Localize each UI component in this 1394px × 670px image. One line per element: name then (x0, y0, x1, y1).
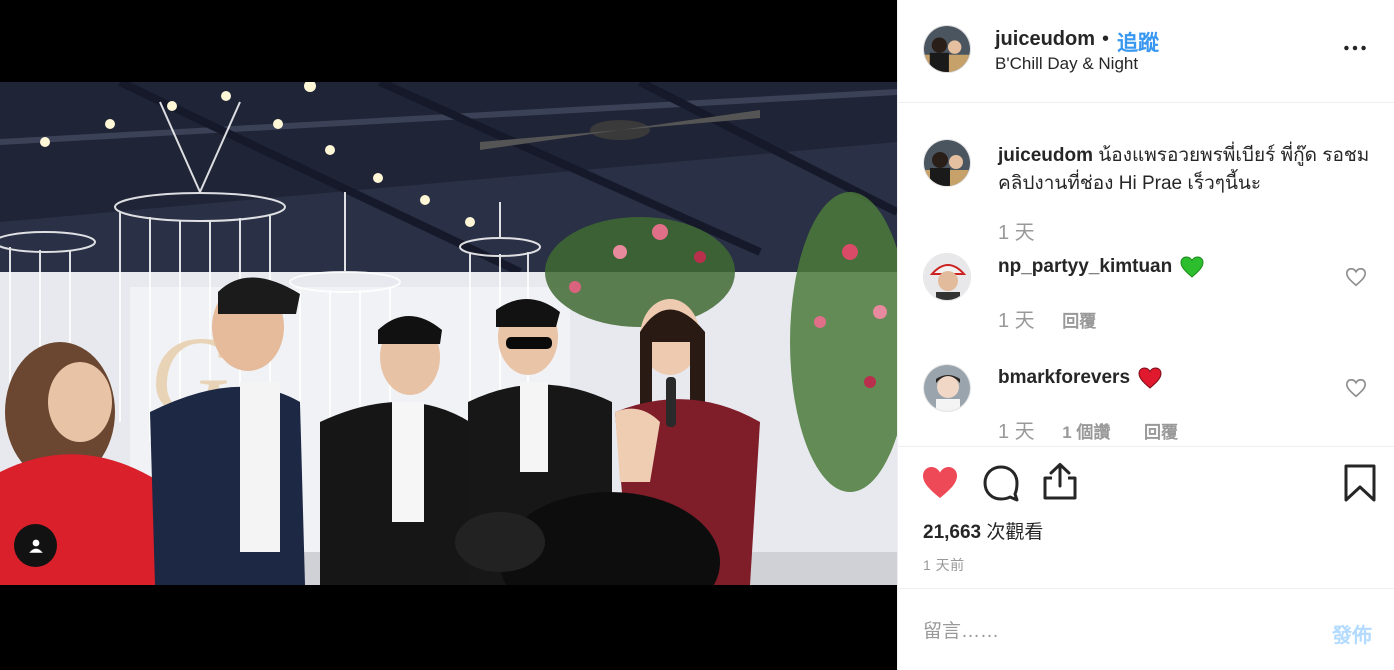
separator-dot: • (1102, 28, 1110, 50)
comments-list[interactable]: juiceudom น้องแพรอวยพรพี่เบียร์ พี่กู๊ด … (898, 104, 1394, 446)
comment-likes-count[interactable]: 1 個讚 (1062, 423, 1110, 442)
like-comment-icon[interactable] (1345, 377, 1367, 399)
author-avatar[interactable] (923, 25, 971, 73)
post-actions: 21,663 次觀看 1 天前 (898, 446, 1394, 588)
post-location[interactable]: B'Chill Day & Night (995, 54, 1138, 74)
comment-meta: 1 天 1 個讚 回覆 (998, 415, 1206, 444)
comment-avatar[interactable] (923, 253, 971, 301)
user-tag-icon (28, 539, 43, 553)
bookmark-icon[interactable] (1340, 463, 1380, 503)
comment-username[interactable]: bmarkforevers (998, 367, 1130, 389)
reply-button[interactable]: 回覆 (1062, 312, 1096, 331)
view-count-number: 21,663 (923, 522, 982, 543)
comment-age[interactable]: 1 天 (998, 421, 1035, 443)
comment-input[interactable] (923, 617, 1303, 647)
add-comment-bar: 發佈 (898, 588, 1394, 670)
comment-row: bmarkforevers (998, 367, 1162, 389)
tagged-users-button[interactable] (14, 524, 57, 567)
post-side-panel: juiceudom • 追蹤 B'Chill Day & Night juice… (897, 0, 1394, 670)
post-header: juiceudom • 追蹤 B'Chill Day & Night (898, 0, 1394, 103)
like-button-icon[interactable] (920, 463, 960, 503)
post-comment-button[interactable]: 發佈 (1332, 619, 1372, 648)
comment-age[interactable]: 1 天 (998, 310, 1035, 332)
follow-button[interactable]: 追蹤 (1117, 27, 1159, 57)
like-comment-icon[interactable] (1345, 266, 1367, 288)
media-viewer[interactable]: G (0, 0, 897, 670)
video-player[interactable]: G (0, 82, 897, 585)
comment-bubble-icon[interactable] (981, 463, 1021, 503)
reply-button[interactable]: 回覆 (1144, 423, 1178, 442)
caption-meta: 1 天 (998, 216, 1057, 245)
view-count-label: 次觀看 (986, 522, 1044, 543)
share-upload-icon[interactable] (1040, 461, 1080, 501)
red-heart-icon (1138, 367, 1162, 389)
caption-age[interactable]: 1 天 (998, 222, 1035, 244)
post-caption: juiceudom น้องแพรอวยพรพี่เบียร์ พี่กู๊ด … (998, 142, 1378, 198)
more-options-icon[interactable] (1341, 34, 1369, 62)
green-heart-icon (1180, 256, 1204, 278)
author-username[interactable]: juiceudom (995, 28, 1095, 51)
caption-avatar[interactable] (923, 139, 971, 187)
comment-avatar[interactable] (923, 364, 971, 412)
comment-username[interactable]: np_partyy_kimtuan (998, 256, 1172, 278)
comment-meta: 1 天 回覆 (998, 304, 1124, 333)
view-count[interactable]: 21,663 次觀看 (923, 517, 1043, 544)
caption-username[interactable]: juiceudom (998, 145, 1093, 166)
post-timestamp[interactable]: 1 天前 (923, 555, 965, 575)
comment-row: np_partyy_kimtuan (998, 256, 1204, 278)
video-frame: G (0, 82, 897, 585)
